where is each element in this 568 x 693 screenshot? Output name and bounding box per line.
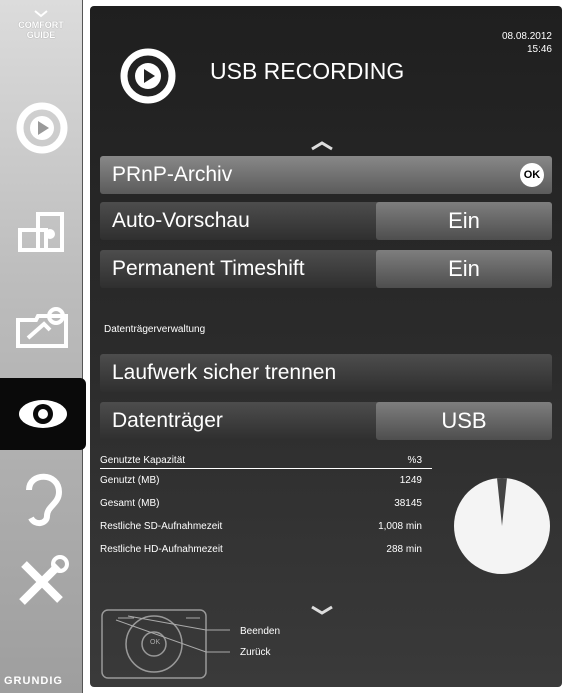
- eject-drive-item[interactable]: Laufwerk sicher trennen: [100, 354, 552, 392]
- comfort-guide-logo: COMFORT GUIDE: [6, 10, 76, 40]
- stat-label: Restliche HD-Aufnahmezeit: [100, 544, 223, 555]
- back-hint: Zurück: [240, 647, 271, 658]
- scroll-down-icon[interactable]: [310, 598, 334, 621]
- stat-used-capacity: Genutzte Kapazität %3: [100, 452, 432, 469]
- storage-item[interactable]: Datenträger USB: [100, 402, 552, 440]
- stat-total: Gesamt (MB) 38145: [100, 492, 432, 515]
- play-icon: [16, 102, 68, 154]
- auto-preview-label: Auto-Vorschau: [112, 209, 250, 232]
- stat-hd-time: Restliche HD-Aufnahmezeit 288 min: [100, 538, 432, 561]
- scroll-up-icon[interactable]: [310, 134, 334, 157]
- stat-label: Gesamt (MB): [100, 498, 160, 509]
- sidebar-item-recording[interactable]: [6, 86, 78, 170]
- stat-used: Genutzt (MB) 1249: [100, 469, 432, 492]
- remote-legend: OK Beenden Zurück: [98, 606, 280, 687]
- ok-button-icon: OK: [520, 163, 544, 187]
- auto-preview-value[interactable]: Ein: [376, 202, 552, 240]
- remote-ok-label: OK: [150, 639, 161, 646]
- exit-hint: Beenden: [240, 626, 281, 637]
- eye-icon: [19, 400, 67, 428]
- storage-value[interactable]: USB: [376, 402, 552, 440]
- main-panel: 08.08.2012 15:46 USB RECORDING PRnP-Arch…: [90, 6, 562, 687]
- eject-drive-label: Laufwerk sicher trennen: [112, 361, 337, 384]
- usb-recording-icon: [118, 46, 178, 111]
- timeshift-item[interactable]: Permanent Timeshift Ein: [100, 250, 552, 288]
- storage-label: Datenträger: [112, 409, 223, 432]
- section-heading: Datenträgerverwaltung: [104, 324, 206, 335]
- timeshift-label: Permanent Timeshift: [112, 257, 305, 280]
- logo-line2: GUIDE: [26, 30, 56, 40]
- stat-sd-time: Restliche SD-Aufnahmezeit 1,008 min: [100, 515, 432, 538]
- tv-menu-screen: COMFORT GUIDE GRUNDIG 08.08.2012 15:46 U…: [0, 0, 568, 693]
- screens-icon: [18, 212, 64, 252]
- prnp-archive-item[interactable]: PRnP-Archiv OK: [100, 156, 552, 194]
- stat-label: Restliche SD-Aufnahmezeit: [100, 521, 223, 532]
- logo-line1: COMFORT: [18, 20, 64, 30]
- sidebar-item-screens[interactable]: [6, 190, 78, 274]
- stat-value: 1249: [399, 475, 422, 486]
- brand-logo: GRUNDIG: [4, 675, 63, 687]
- stat-value: 1,008 min: [378, 521, 422, 532]
- time: 15:46: [526, 44, 552, 55]
- remote-control-icon: [101, 609, 230, 679]
- ear-icon: [26, 473, 63, 526]
- sidebar-item-audio[interactable]: [6, 456, 78, 540]
- sidebar-item-settings[interactable]: [6, 540, 78, 624]
- stat-label: Genutzte Kapazität: [100, 454, 186, 466]
- capacity-pie-chart: [454, 478, 550, 574]
- datetime: 08.08.2012 15:46: [502, 30, 552, 56]
- prnp-archive-label: PRnP-Archiv: [112, 163, 233, 186]
- page-title: USB RECORDING: [210, 58, 405, 84]
- sidebar-item-view[interactable]: [0, 378, 86, 450]
- sidebar: COMFORT GUIDE GRUNDIG: [0, 0, 86, 693]
- date: 08.08.2012: [501, 31, 552, 42]
- stat-value: %3: [407, 454, 422, 466]
- auto-preview-item[interactable]: Auto-Vorschau Ein: [100, 202, 552, 240]
- stat-value: 288 min: [386, 544, 422, 555]
- sidebar-item-satellite[interactable]: [6, 288, 78, 372]
- tools-icon: [19, 555, 69, 605]
- stat-value: 38145: [394, 498, 422, 509]
- storage-stats: Genutzte Kapazität %3 Genutzt (MB) 1249 …: [100, 452, 432, 561]
- satellite-icon: [16, 307, 68, 348]
- timeshift-value[interactable]: Ein: [376, 250, 552, 288]
- stat-label: Genutzt (MB): [100, 475, 160, 486]
